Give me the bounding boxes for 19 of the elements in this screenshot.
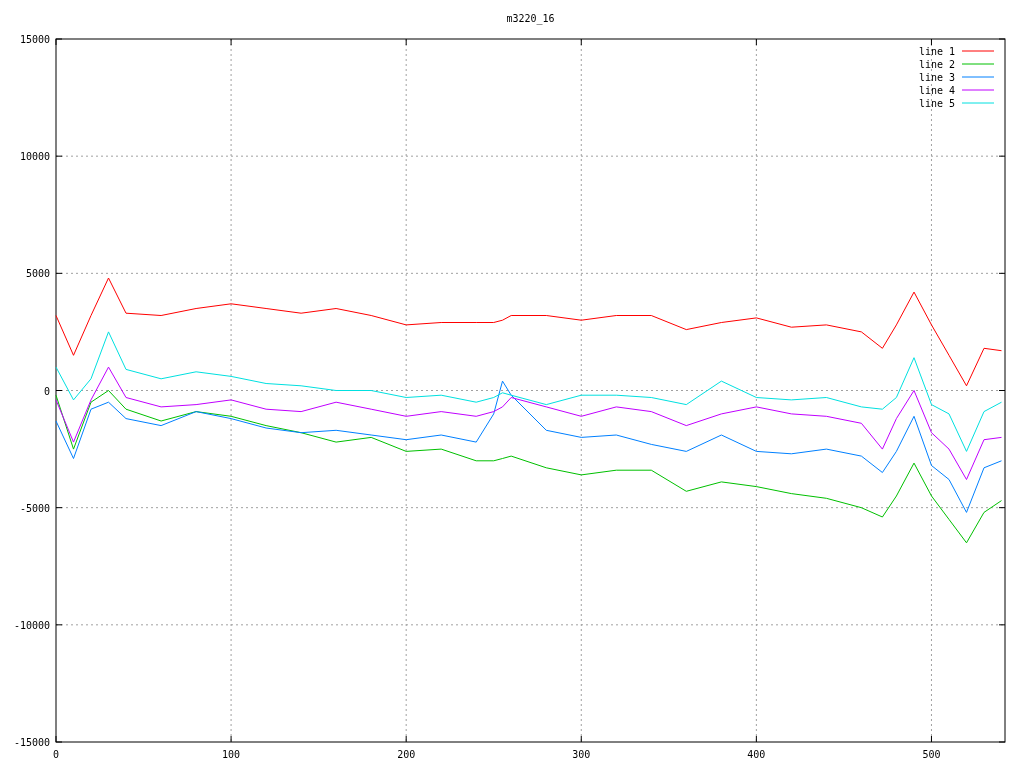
chart-title: m3220_16 <box>506 13 555 24</box>
x-tick-label: 200 <box>397 749 416 760</box>
y-tick-label: 0 <box>43 385 50 397</box>
y-tick-label: 15000 <box>19 34 50 45</box>
legend-label: line 4 <box>918 85 955 96</box>
x-tick-label: 300 <box>572 749 591 760</box>
legend-label: line 2 <box>918 59 955 70</box>
y-tick-label: 10000 <box>19 151 50 163</box>
y-tick-label: 5000 <box>25 268 50 280</box>
x-tick-label: 100 <box>222 749 241 760</box>
x-tick-label: 500 <box>922 749 941 760</box>
legend-label: line 5 <box>918 98 955 109</box>
y-tick-label: -10000 <box>13 619 50 631</box>
legend-label: line 1 <box>918 46 955 57</box>
x-tick-label: 0 <box>53 749 59 760</box>
x-tick-label: 400 <box>747 749 766 760</box>
y-tick-label: -15000 <box>13 737 50 748</box>
legend-label: line 3 <box>918 72 955 83</box>
y-tick-label: -5000 <box>19 502 50 514</box>
